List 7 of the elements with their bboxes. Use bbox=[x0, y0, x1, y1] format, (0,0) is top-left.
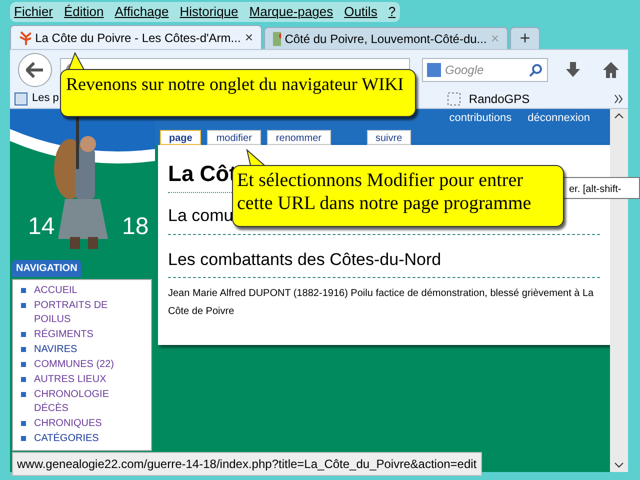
section-heading: Les combattants des Côtes-du-Nord bbox=[168, 246, 600, 278]
status-bar: www.genealogie22.com/guerre-14-18/index.php?title=La_Côte_du_Poivre&action=edit bbox=[12, 452, 482, 476]
search-placeholder: Google bbox=[445, 62, 485, 78]
logo-number: 14 bbox=[28, 212, 55, 242]
article-text: Jean Marie Alfred DUPONT (1882-1916) Poilu factice de démonstration, blessé grièvement à La Côte de Poivre bbox=[168, 287, 595, 319]
navigation-heading: NAVIGATION bbox=[12, 260, 82, 277]
logo-number: 18 bbox=[122, 212, 149, 242]
